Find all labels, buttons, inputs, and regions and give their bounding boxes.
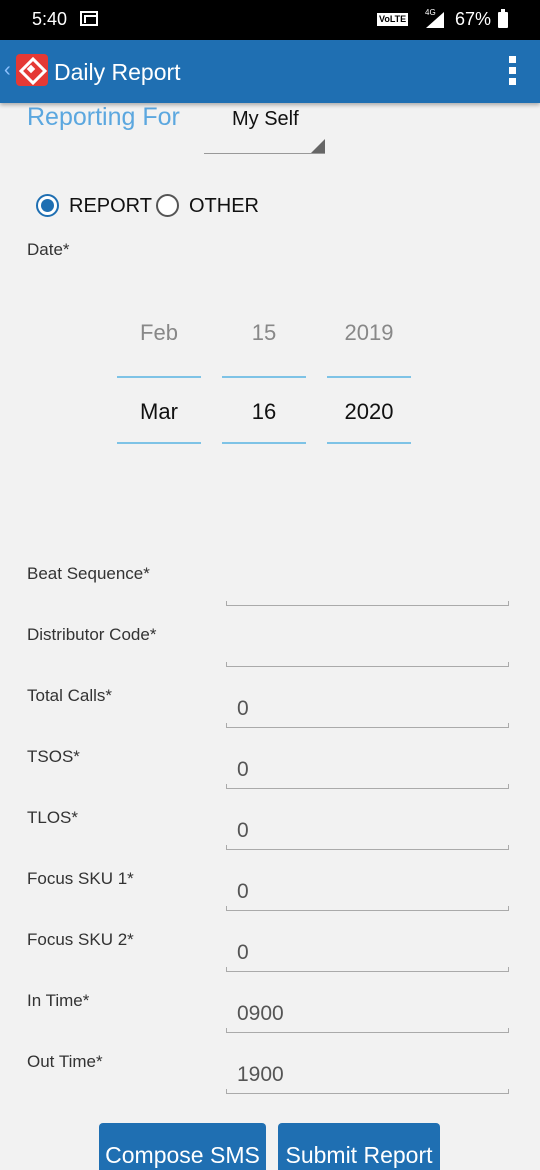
page-title: Daily Report (54, 59, 181, 85)
tlos-label: TLOS* (27, 808, 79, 827)
battery-percent: 67% (455, 9, 492, 29)
report-radio-label[interactable]: REPORT (69, 195, 152, 218)
other-radio[interactable] (156, 194, 179, 217)
total-calls-label: Total Calls* (27, 686, 113, 705)
day-selected[interactable]: 16 (222, 399, 306, 425)
year-selected[interactable]: 2020 (327, 399, 411, 425)
month-selected[interactable]: Mar (117, 399, 201, 425)
beat-sequence-label: Beat Sequence* (27, 564, 150, 583)
in-time-input[interactable]: 0900 (237, 1002, 284, 1026)
total-calls-underline (226, 723, 509, 728)
other-radio-label[interactable]: OTHER (189, 195, 259, 218)
focus-sku-1-underline (226, 906, 509, 911)
distributor-code-label: Distributor Code* (27, 625, 157, 644)
out-time-label: Out Time* (27, 1052, 103, 1071)
focus-sku-2-underline (226, 967, 509, 972)
volte-indicator: VoLTE (377, 13, 409, 26)
out-time-underline (226, 1089, 509, 1094)
dropdown-caret-icon[interactable] (311, 139, 325, 153)
in-time-underline (226, 1028, 509, 1033)
compose-sms-button[interactable]: Compose SMS (99, 1123, 266, 1170)
day-divider-bottom (222, 442, 306, 444)
focus-sku-1-label: Focus SKU 1* (27, 869, 134, 888)
tsos-underline (226, 784, 509, 789)
back-chevron-icon[interactable]: ‹ (4, 59, 11, 82)
tlos-input[interactable]: 0 (237, 819, 249, 843)
distributor-code-underline (226, 662, 509, 667)
app-logo-icon[interactable] (16, 54, 48, 86)
app-bar: ‹ Daily Report (0, 40, 540, 103)
battery-icon (498, 9, 508, 28)
day-previous[interactable]: 15 (222, 320, 306, 346)
status-time: 5:40 (32, 9, 68, 29)
focus-sku-2-input[interactable]: 0 (237, 941, 249, 965)
tsos-input[interactable]: 0 (237, 758, 249, 782)
reporting-for-select[interactable]: My Self (232, 108, 299, 131)
focus-sku-2-label: Focus SKU 2* (27, 930, 134, 949)
overflow-menu-icon[interactable] (506, 56, 518, 88)
gmail-notification-icon (80, 11, 98, 26)
year-divider-top (327, 376, 411, 378)
year-divider-bottom (327, 442, 411, 444)
submit-report-button[interactable]: Submit Report (278, 1123, 440, 1170)
month-previous[interactable]: Feb (117, 320, 201, 346)
reporting-for-label: Reporting For (27, 103, 180, 131)
month-divider-bottom (117, 442, 201, 444)
signal-icon (426, 12, 444, 28)
reporting-for-underline (204, 153, 325, 154)
report-radio[interactable] (36, 194, 59, 217)
year-previous[interactable]: 2019 (327, 320, 411, 346)
out-time-input[interactable]: 1900 (237, 1063, 284, 1087)
beat-sequence-underline (226, 601, 509, 606)
focus-sku-1-input[interactable]: 0 (237, 880, 249, 904)
tsos-label: TSOS* (27, 747, 80, 766)
date-label: Date* (27, 240, 70, 259)
day-divider-top (222, 376, 306, 378)
total-calls-input[interactable]: 0 (237, 697, 249, 721)
in-time-label: In Time* (27, 991, 90, 1010)
month-divider-top (117, 376, 201, 378)
tlos-underline (226, 845, 509, 850)
status-bar: 5:40 VoLTE 4G 67% (0, 0, 540, 40)
